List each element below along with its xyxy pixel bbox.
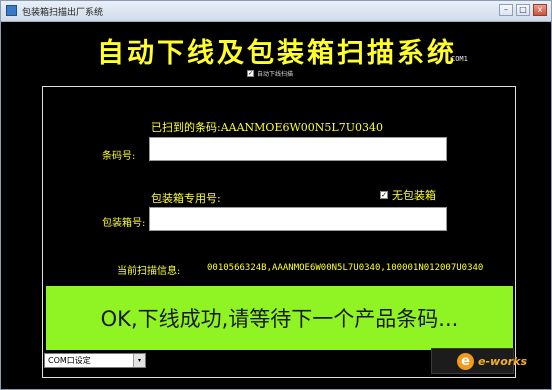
scanned-barcode-text: 已扫到的条码:AAANMOE6W00N5L7U0340: [151, 121, 383, 134]
watermark: e e-works: [457, 353, 527, 370]
current-scan-label: 当前扫描信息:: [117, 266, 181, 277]
barcode-input[interactable]: [149, 137, 447, 161]
auto-offline-option[interactable]: ✓ 自动下线扫描: [247, 69, 293, 78]
watermark-logo-icon: e: [457, 353, 474, 370]
no-packing-option[interactable]: ✓ 无包装箱: [380, 187, 436, 203]
box-number-label: 包装箱号:: [102, 218, 146, 229]
dropdown-arrow-icon[interactable]: ▾: [133, 354, 145, 367]
com-port-select[interactable]: COM口设定 ▾: [44, 353, 146, 368]
barcode-label: 条码号:: [102, 151, 136, 162]
scan-panel: 已扫到的条码:AAANMOE6W00N5L7U0340 条码号: 包装箱专用号:…: [42, 86, 516, 378]
window-title: 包装箱扫描出厂系统: [22, 8, 104, 18]
box-number-input[interactable]: [149, 207, 447, 231]
watermark-text: e-works: [478, 355, 528, 368]
maximize-button[interactable]: □: [516, 4, 530, 16]
app-window: 包装箱扫描出厂系统 – □ x 自动下线及包装箱扫描系统 COM1 ✓ 自动下线…: [0, 0, 552, 390]
minimize-button[interactable]: –: [499, 4, 513, 16]
com-port-tag: COM1: [451, 55, 468, 63]
close-button[interactable]: x: [533, 4, 547, 16]
auto-offline-checkbox[interactable]: ✓: [247, 70, 254, 77]
title-bar: 包装箱扫描出厂系统 – □ x: [1, 1, 551, 22]
box-dedicated-label: 包装箱专用号:: [151, 192, 221, 205]
status-message: OK,下线成功,请等待下一个产品条码...: [100, 307, 459, 331]
auto-offline-label: 自动下线扫描: [257, 71, 294, 78]
com-port-select-value: COM口设定: [48, 356, 91, 365]
no-packing-checkbox[interactable]: ✓: [380, 191, 388, 199]
status-banner: OK,下线成功,请等待下一个产品条码...: [46, 286, 513, 350]
app-icon: [6, 5, 17, 16]
no-packing-label: 无包装箱: [392, 189, 436, 202]
window-controls: – □ x: [499, 4, 547, 16]
main-title: 自动下线及包装箱扫描系统: [97, 38, 457, 69]
current-scan-value: 0010566324B,AAANMOE6W00N5L7U0340,100001N…: [207, 263, 484, 273]
